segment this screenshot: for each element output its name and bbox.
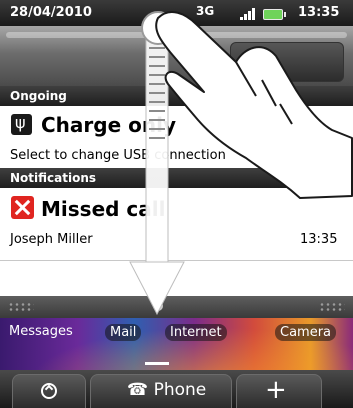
app-drawer-icon (41, 383, 57, 399)
section-label: Ongoing (10, 89, 67, 103)
status-date: 28/04/2010 (10, 5, 92, 20)
grip-dots (8, 302, 34, 312)
home-screen-strip: Messages Mail Internet Camera (0, 318, 353, 370)
shortcut-messages[interactable]: Messages (9, 324, 73, 339)
ongoing-title: Charge only (41, 113, 176, 137)
phone-icon: ☎ (127, 380, 149, 400)
status-bar[interactable]: 28/04/2010 3G 13:35 (0, 0, 353, 26)
plus-icon: + (265, 375, 287, 405)
shortcut-internet[interactable]: Internet (165, 324, 227, 341)
add-button[interactable]: + (236, 374, 322, 408)
shortcut-camera[interactable]: Camera (275, 324, 337, 341)
section-header-ongoing: Ongoing (0, 86, 353, 106)
section-header-notifications: Notifications (0, 168, 353, 188)
usb-icon (11, 113, 32, 135)
ongoing-subtitle: Select to change USB connection (10, 148, 226, 163)
phone-label: Phone (153, 380, 207, 400)
phone-button[interactable]: ☎ Phone (90, 374, 232, 408)
battery-icon (263, 9, 286, 20)
shortcut-mail[interactable]: Mail (105, 324, 142, 341)
notification-time: 13:35 (300, 232, 338, 247)
network-type-icon: 3G (196, 4, 215, 18)
app-drawer-button[interactable] (12, 374, 86, 408)
handle-knob[interactable] (153, 301, 163, 311)
clear-button[interactable] (230, 42, 344, 82)
notification-title: Missed call (41, 197, 166, 221)
section-label: Notifications (10, 171, 97, 185)
grip-dots (319, 302, 345, 312)
divider (0, 260, 353, 261)
signal-icon (240, 8, 256, 20)
phone-screen: 28/04/2010 3G 13:35 Ongoing Charge only … (0, 0, 353, 408)
dock-bar: ☎ Phone + (0, 370, 353, 408)
page-indicator (145, 362, 169, 365)
missed-call-icon (11, 196, 34, 219)
caller-name: Joseph Miller (10, 232, 93, 247)
notification-panel-header (0, 26, 353, 86)
notification-item-missed-call[interactable]: Missed call Joseph Miller 13:35 (0, 188, 353, 296)
ongoing-item-charge-only[interactable]: Charge only Select to change USB connect… (0, 106, 353, 168)
status-time: 13:35 (298, 5, 340, 20)
panel-drag-handle[interactable] (0, 296, 353, 318)
